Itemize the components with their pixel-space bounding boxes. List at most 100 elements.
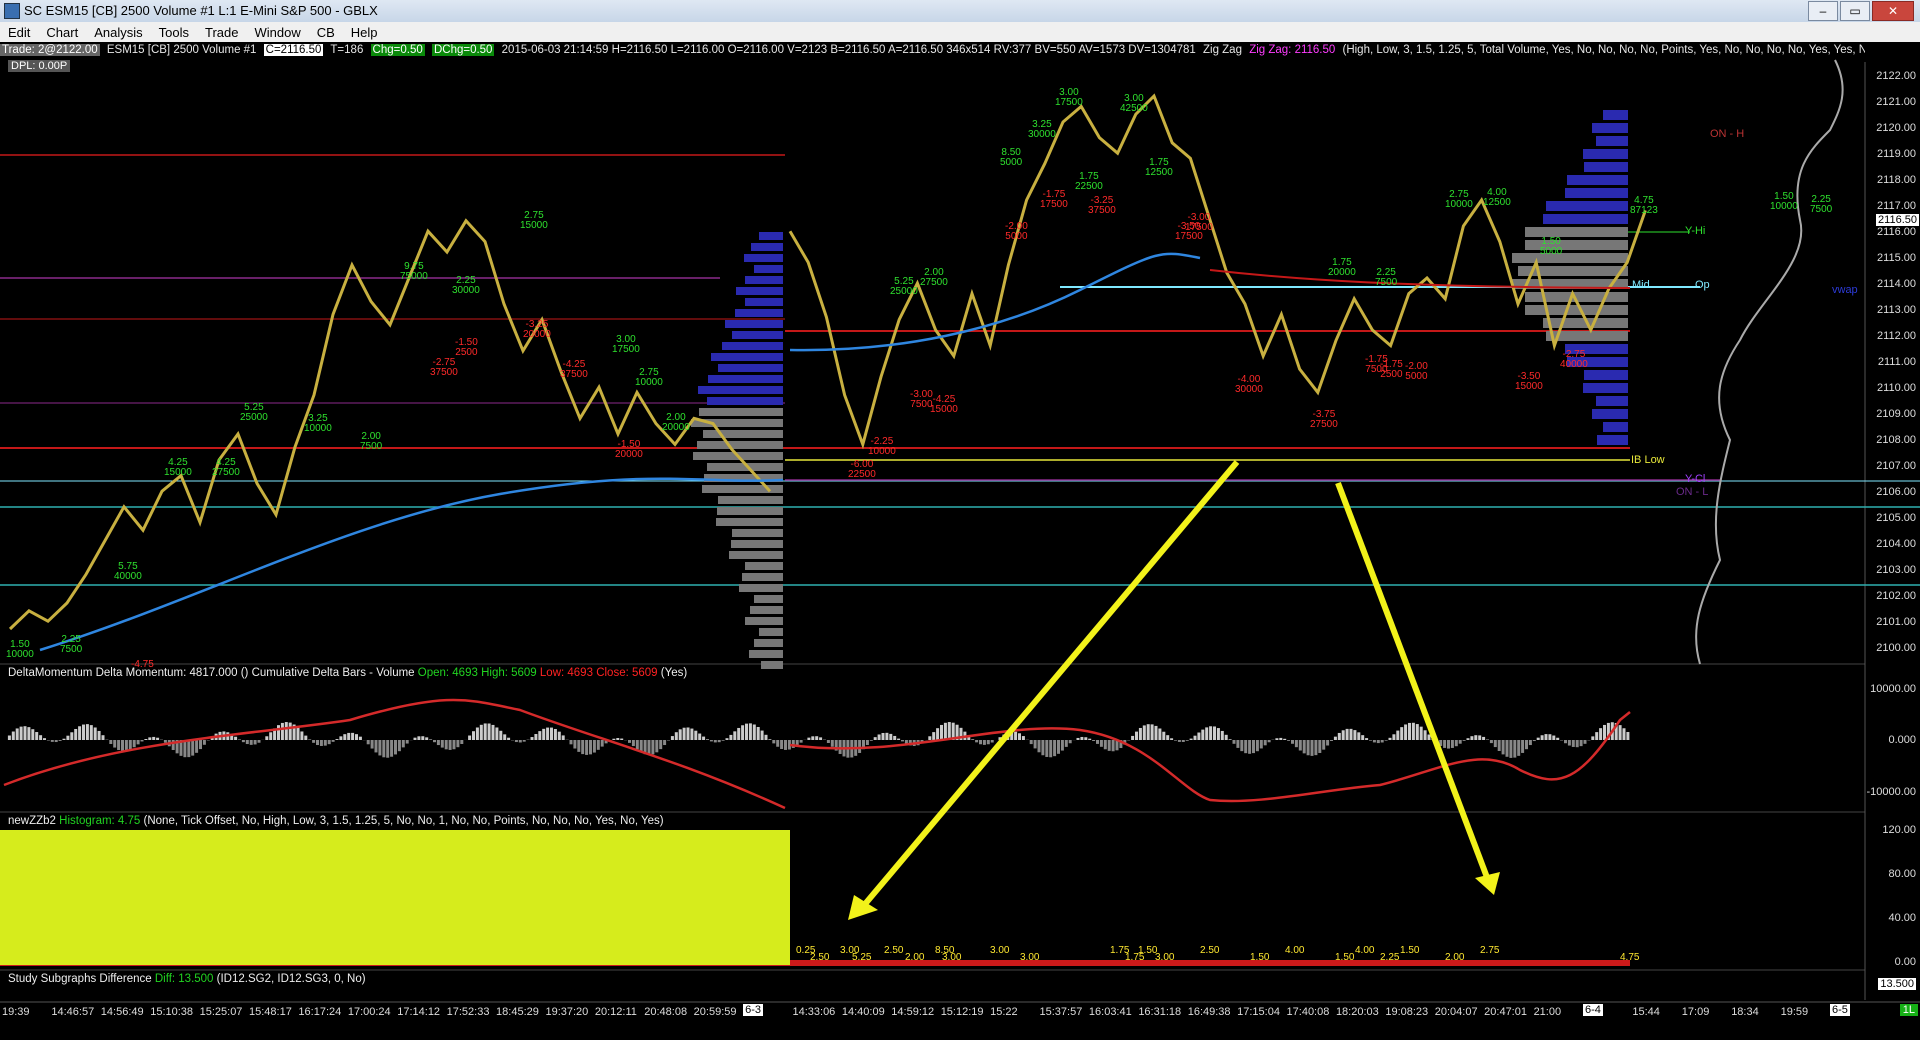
histogram-value-label: 2.50 [810, 952, 830, 963]
delta-bar [191, 740, 195, 756]
volume-profile-bar [736, 287, 783, 295]
delta-bar [631, 740, 635, 747]
time-tick-label: 20:48:08 [644, 1006, 688, 1018]
time-tick-label: 6-5 [1830, 1004, 1850, 1016]
volume-profile-bar [1567, 175, 1628, 185]
zigzag-swing-label: 4.25 15000 [164, 458, 192, 478]
swing-volume: 75000 [400, 271, 428, 282]
volume-profile-bar [754, 639, 783, 647]
price-tick-label: 2102.00 [1876, 590, 1916, 602]
swing-volume: 15000 [930, 404, 958, 415]
delta-bar [444, 740, 448, 750]
time-tick-label: 15:10:38 [150, 1006, 194, 1018]
volume-profile-bar [761, 661, 783, 669]
histogram-value-label: 1.50 [1250, 952, 1270, 963]
price-tick-label: 2107.00 [1876, 460, 1916, 472]
delta-bar [425, 737, 429, 740]
price-tick-label: 2116.00 [1877, 226, 1916, 238]
delta-bar [374, 740, 378, 753]
volume-profile-bar [745, 617, 783, 625]
cum-delta-high: High: 5609 [481, 667, 537, 679]
volume-profile-bar [732, 331, 783, 339]
delta-bar [1427, 734, 1431, 740]
delta-bar [807, 737, 811, 740]
zigzag-swing-label: 2.00 7500 [360, 432, 382, 452]
delta-bar [440, 740, 444, 748]
delta-bar [1517, 740, 1521, 756]
delta-bar [1142, 725, 1146, 740]
volume-profile-bar [716, 518, 783, 526]
zigzag-swing-label: 2.25 30000 [452, 276, 480, 296]
delta-bar [1388, 737, 1392, 740]
delta-bar [1396, 730, 1400, 740]
delta-bar [1544, 734, 1548, 740]
delta-bar [265, 736, 269, 740]
cum-delta-close: Close: 5609 [596, 667, 658, 679]
zigzag-swing-label: 4.25 27500 [212, 458, 240, 478]
delta-bar [737, 727, 741, 740]
delta-bar [1345, 728, 1349, 740]
swing-volume: 10000 [6, 649, 34, 660]
delta-bar [335, 739, 339, 740]
delta-bar [815, 736, 819, 740]
delta-bar [1068, 740, 1072, 744]
delta-bar [1057, 740, 1060, 754]
price-tick-label: 2115.00 [1877, 252, 1916, 264]
delta-bar [865, 740, 869, 745]
delta-bar [538, 731, 542, 740]
delta-bar [1310, 740, 1314, 756]
delta-bar [869, 740, 873, 741]
delta-bar [550, 727, 553, 740]
time-tick-label: 17:09 [1681, 1006, 1710, 1018]
delta-bar [109, 740, 113, 744]
delta-bar [1443, 740, 1447, 748]
delta-bar [1564, 740, 1567, 744]
swing-volume: 40000 [114, 571, 142, 582]
delta-bar [1575, 740, 1579, 748]
delta-bar [85, 724, 89, 740]
swing-volume: 17500 [1040, 199, 1068, 210]
zigzag-swing-label: 1.75 12500 [1145, 158, 1173, 178]
delta-bar [589, 740, 592, 755]
zigzag-swing-label: 9.75 75000 [400, 262, 428, 282]
delta-bar [838, 740, 842, 754]
zigzag-swing-label: -6.00 22500 [848, 460, 876, 480]
time-tick-label: 18:20:03 [1335, 1006, 1379, 1018]
delta-bar [288, 722, 292, 740]
volume-profile-bar [725, 320, 783, 328]
current-price-box: 2116.50 [1876, 214, 1919, 226]
swing-volume: 10000 [868, 446, 896, 457]
diff-value: Diff: 13.500 [154, 973, 214, 985]
zigzag-swing-label: -1.50 2500 [455, 338, 478, 358]
volume-profile-bar [702, 485, 783, 493]
swing-volume: 30000 [1235, 384, 1263, 395]
volume-profile-bar [1603, 110, 1628, 120]
delta-bar [487, 723, 491, 740]
zz-axis-40: 40.00 [1888, 912, 1916, 924]
delta-bar [1521, 740, 1525, 753]
delta-bar [522, 740, 526, 742]
delta-bar [659, 740, 663, 750]
volume-profile-bar [1596, 136, 1628, 146]
zigzag-swing-label: -1.75 17500 [1040, 190, 1068, 210]
delta-bar [1330, 740, 1333, 741]
volume-profile-bar [1597, 435, 1628, 445]
zigzag-swing-label: 3.25 30000 [1028, 120, 1056, 140]
delta-bar [483, 723, 487, 740]
histogram-value-label: 4.00 [1355, 945, 1375, 956]
zigzag-swing-label: 3.00 17500 [612, 335, 640, 355]
delta-bar [717, 740, 721, 743]
delta-bar [1220, 730, 1224, 740]
volume-profile-bar [759, 232, 783, 240]
diff-params: (ID12.SG2, ID12.SG3, 0, No) [216, 973, 366, 985]
volume-profile-bar [1546, 201, 1628, 211]
volume-profile-bar [1565, 188, 1628, 198]
arrow-head [848, 895, 878, 920]
status-indicator: 1L [1899, 1004, 1918, 1016]
delta-bar [245, 740, 249, 745]
delta-bar [1595, 732, 1599, 740]
delta-bar [43, 738, 46, 740]
delta-bar [1185, 740, 1189, 741]
swing-volume: 2500 [455, 347, 478, 358]
delta-bar [1045, 740, 1049, 757]
